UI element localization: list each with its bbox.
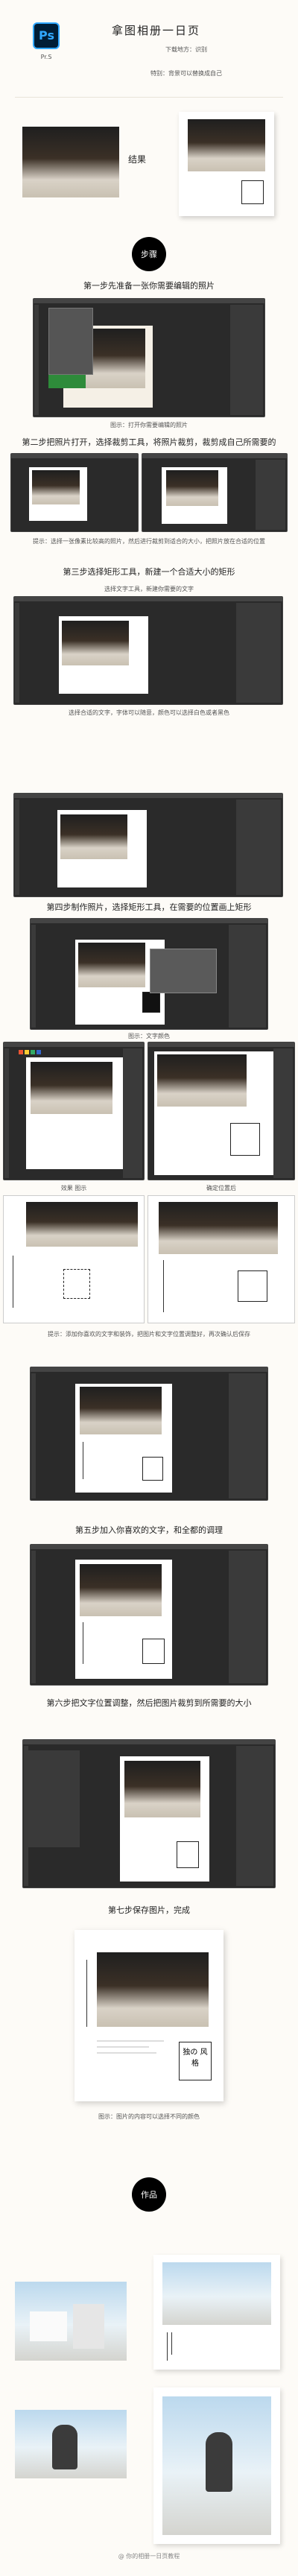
step-6-text: 第六步把文字位置调整，然后把图片裁剪到所需要的大小 xyxy=(46,1698,252,1708)
app-name: Pr.S xyxy=(40,54,52,60)
step-5-text: 第五步加入你喜欢的文字，和全都的调理 xyxy=(75,1525,223,1535)
caption-9: 图示：图片的内容可以选择不同的颜色 xyxy=(98,2113,200,2120)
caption-8: 提示：添加你喜欢的文字和装饰，把图片和文字位置调整好，再次确认后保存 xyxy=(48,1331,250,1338)
works-photo-1 xyxy=(15,2282,127,2361)
screenshot-pair-d xyxy=(148,1195,295,1323)
works-badge: 作品 xyxy=(132,2177,166,2212)
screenshot-pair-c xyxy=(3,1195,145,1323)
page-title: 拿图相册一日页 xyxy=(112,24,201,37)
divider xyxy=(15,97,283,98)
final-result-card: 独の 风格 xyxy=(74,1930,224,2101)
caption-1: 图示：打开你需要编辑的照片 xyxy=(110,422,188,428)
step-1-text: 第一步先准备一张你需要编辑的照片 xyxy=(83,281,215,291)
caption-2: 提示：选择一张像素比较高的照片，然后进行裁剪到适合的大小，把照片放在合适的位置 xyxy=(33,538,265,545)
screenshot-pair-a xyxy=(3,1042,145,1180)
app-logo: Ps xyxy=(33,22,60,49)
step-7-text: 第七步保存图片，完成 xyxy=(108,1905,190,1915)
works-photo-3 xyxy=(15,2410,127,2478)
works-label: 作品 xyxy=(141,2190,157,2200)
example-label: 结果 xyxy=(128,154,147,165)
screenshot-step-4 xyxy=(30,918,268,1030)
screenshot-step-6 xyxy=(30,1544,268,1686)
step-3-text: 第三步选择矩形工具，新建一个合适大小的矩形 xyxy=(63,567,235,577)
steps-badge: 步骤 xyxy=(132,237,166,271)
screenshot-step-2a xyxy=(10,453,139,532)
screenshot-pair-b xyxy=(148,1042,295,1180)
footer-watermark: @ 你的相册一日页教程 xyxy=(118,2553,180,2560)
caption-4: 选择合适的文字，字体可以随意，颜色可以选择白色或者黑色 xyxy=(69,709,229,716)
step-4-text: 第四步制作照片，选择矩形工具，在需要的位置画上矩形 xyxy=(46,902,252,912)
page-tip: 特别：背景可以替换成自己 xyxy=(150,70,222,77)
caption-5: 图示：文字颜色 xyxy=(128,1033,170,1039)
screenshot-step-3 xyxy=(13,596,283,705)
page-subtitle: 下载地方：识别 xyxy=(165,46,207,53)
caption-7: 确定位置后 xyxy=(206,1185,236,1192)
works-photo-2 xyxy=(153,2255,280,2370)
screenshot-step-2b xyxy=(142,453,288,532)
screenshot-step-3b xyxy=(13,793,283,897)
ps-logo-icon: Ps xyxy=(39,28,54,42)
caption-3: 选择文字工具，新建你需要的文字 xyxy=(104,586,194,592)
screenshot-step-6b xyxy=(22,1739,276,1888)
final-card-text: 独の 风格 xyxy=(183,2048,208,2068)
original-photo xyxy=(22,127,119,197)
works-photo-4 xyxy=(153,2387,280,2544)
step-2-text: 第二步把照片打开，选择裁剪工具，将照片裁剪，裁剪成自己所需要的 xyxy=(22,437,276,447)
result-preview xyxy=(179,112,274,216)
screenshot-step-5 xyxy=(30,1367,268,1501)
screenshot-step-1 xyxy=(33,298,265,417)
steps-label: 步骤 xyxy=(141,250,157,259)
caption-6: 效果 图示 xyxy=(60,1185,87,1192)
